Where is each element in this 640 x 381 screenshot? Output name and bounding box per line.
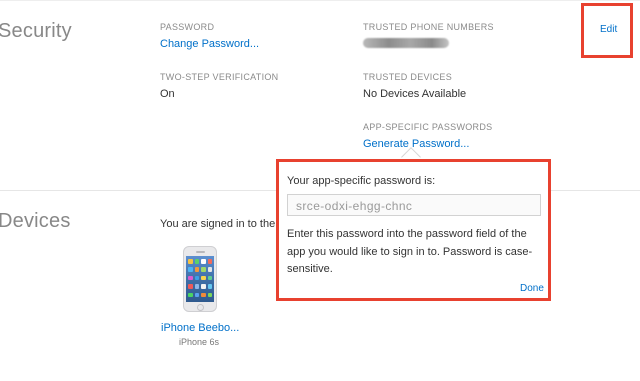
devices-section-title: Devices — [0, 210, 71, 232]
edit-button[interactable]: Edit — [600, 24, 617, 35]
app-icon — [188, 284, 193, 289]
two-step-label: TWO-STEP VERIFICATION — [160, 72, 279, 82]
app-password-popover: Your app-specific password is: srce-odxi… — [276, 159, 551, 301]
app-icon — [201, 259, 206, 264]
security-section-title: Security — [0, 20, 72, 42]
app-passwords-label: APP-SPECIFIC PASSWORDS — [363, 122, 493, 132]
device-name[interactable]: iPhone Beebo... — [161, 322, 239, 334]
redacted-phone-number — [363, 38, 449, 48]
device-model: iPhone 6s — [179, 337, 220, 347]
phone-screen — [186, 256, 214, 302]
iphone-icon — [183, 246, 217, 312]
app-icon — [194, 292, 199, 298]
app-icon — [207, 259, 212, 264]
app-icon — [201, 292, 206, 298]
generated-password-field[interactable]: srce-odxi-ehgg-chnc — [287, 194, 541, 216]
done-button[interactable]: Done — [520, 283, 544, 294]
top-divider — [0, 0, 640, 1]
trusted-devices-label: TRUSTED DEVICES — [363, 72, 453, 82]
change-password-link[interactable]: Change Password... — [160, 38, 259, 50]
home-button — [197, 304, 204, 311]
two-step-value: On — [160, 88, 175, 100]
signed-in-text: You are signed in to the — [160, 218, 276, 230]
app-icon — [194, 267, 199, 272]
phone-speaker — [196, 251, 205, 253]
app-icon — [188, 292, 193, 298]
app-icon — [188, 267, 193, 272]
app-icon — [201, 284, 206, 289]
app-icon — [201, 275, 206, 281]
generate-password-link[interactable]: Generate Password... — [363, 138, 469, 150]
popover-instructions: Enter this password into the password fi… — [287, 228, 533, 275]
popover-title: Your app-specific password is: — [287, 175, 436, 187]
app-icon — [207, 292, 212, 298]
device-card[interactable]: iPhone Beebo... iPhone 6s — [160, 246, 240, 356]
app-icon — [201, 267, 206, 272]
app-icon — [207, 284, 212, 289]
password-label: PASSWORD — [160, 22, 215, 32]
app-icon — [207, 267, 212, 272]
app-icon — [207, 275, 212, 281]
app-icon — [194, 259, 199, 264]
app-icon — [194, 275, 199, 281]
app-icon — [188, 275, 193, 281]
app-icon — [188, 259, 193, 264]
trusted-phone-label: TRUSTED PHONE NUMBERS — [363, 22, 494, 32]
trusted-devices-value: No Devices Available — [363, 88, 467, 100]
app-icon — [194, 284, 199, 289]
